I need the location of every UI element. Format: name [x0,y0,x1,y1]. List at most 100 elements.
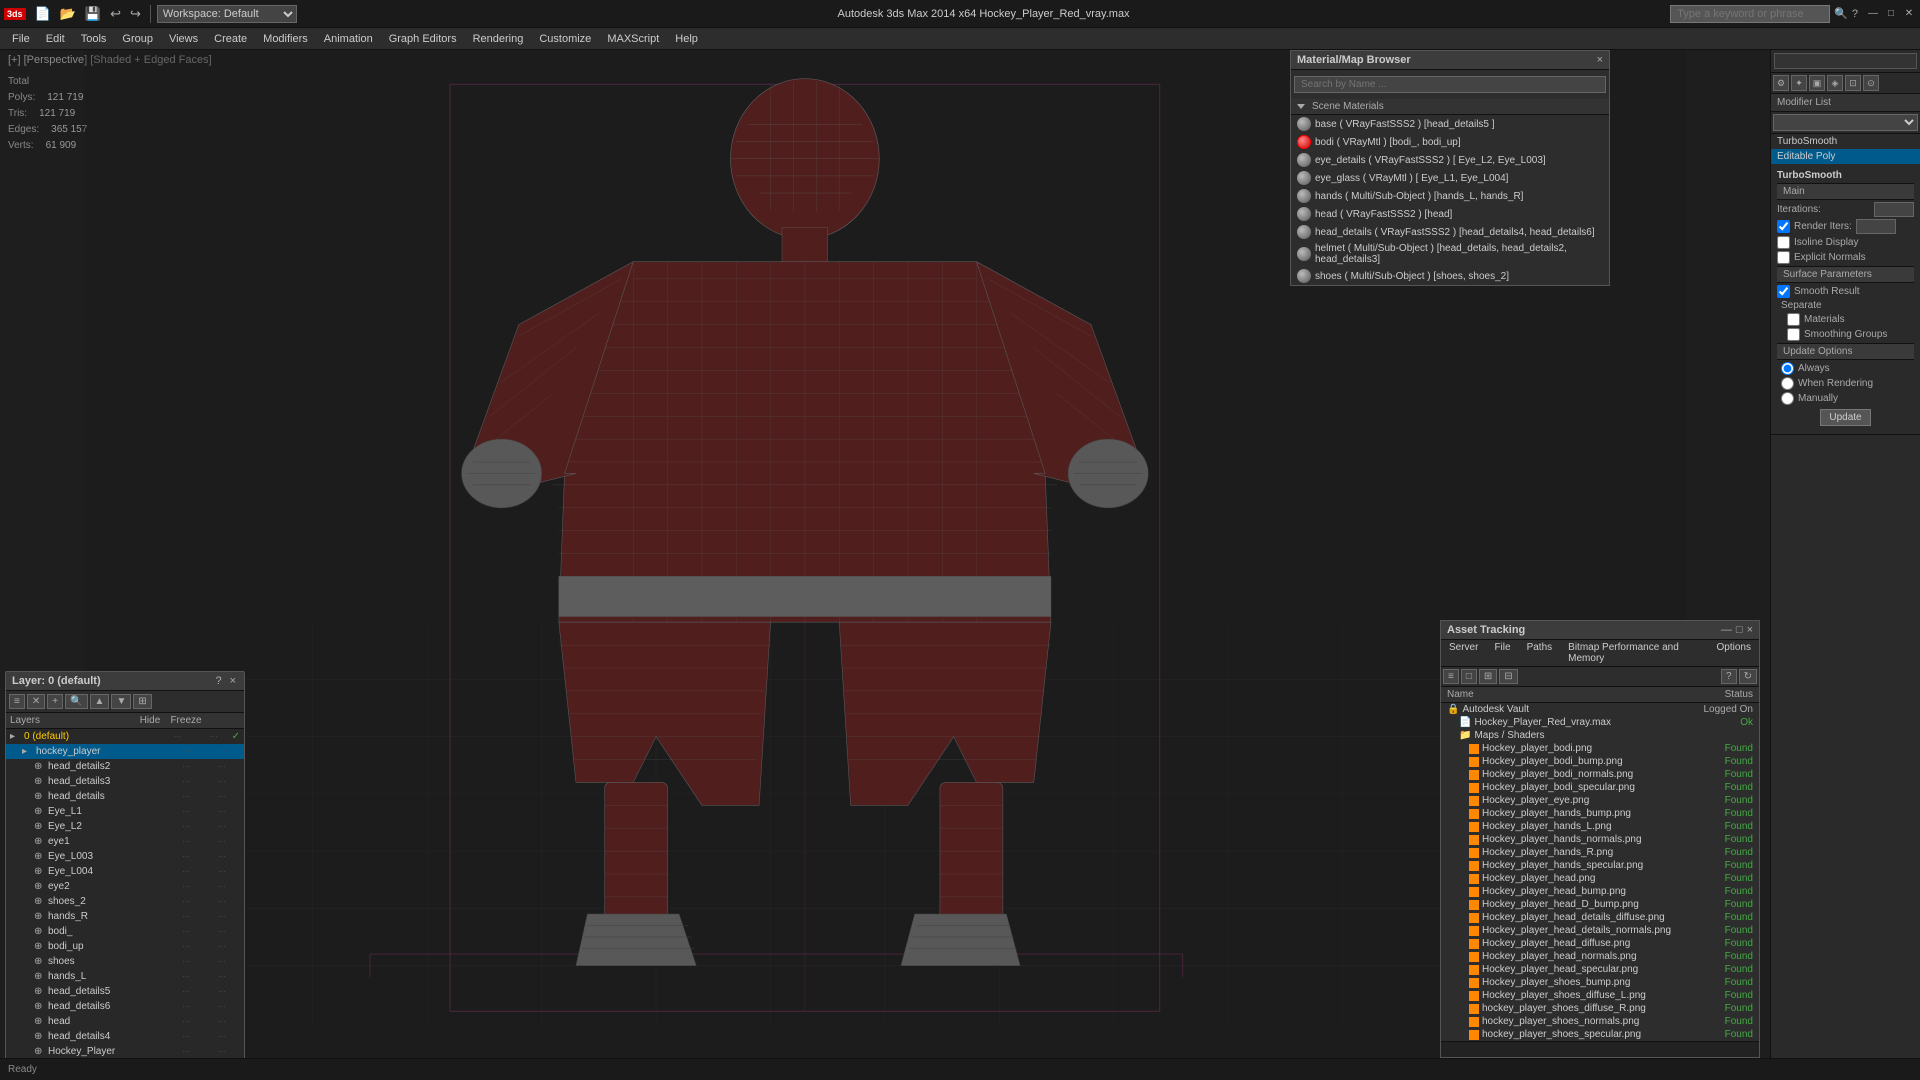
mat-item[interactable]: head_details ( VRayFastSSS2 ) [head_deta… [1291,223,1609,241]
at-tool-1[interactable]: ≡ [1443,669,1459,684]
layer-item[interactable]: ⊕shoes_2······ [6,894,244,909]
layer-item[interactable]: ⊕head_details······ [6,789,244,804]
at-list-item[interactable]: Hockey_player_head_bump.pngFound [1441,885,1759,898]
turbosm-renderiter-check[interactable] [1777,220,1790,233]
at-list-item[interactable]: Hockey_player_hands_R.pngFound [1441,846,1759,859]
layers-tool-5[interactable]: ▲ [90,694,110,709]
turbosm-update-btn[interactable]: Update [1820,409,1870,426]
menu-item-help[interactable]: Help [667,31,706,47]
at-list-item[interactable]: Hockey_player_hands_L.pngFound [1441,820,1759,833]
at-tool-4[interactable]: ⊟ [1499,669,1517,684]
at-list-item[interactable]: 🔒Autodesk VaultLogged On [1441,703,1759,716]
mat-search-input[interactable] [1294,76,1606,93]
keyword-search[interactable] [1670,5,1830,23]
turbosm-renderiter-input[interactable]: 2 [1856,219,1896,234]
layer-item[interactable]: ⊕Eye_L003······ [6,849,244,864]
modifier-item[interactable]: TurboSmooth [1771,134,1920,149]
menu-item-tools[interactable]: Tools [73,31,115,47]
layer-item[interactable]: ⊕Eye_L2······ [6,819,244,834]
save-icon[interactable]: 💾 [82,5,104,23]
at-list-item[interactable]: Hockey_player_head_specular.pngFound [1441,963,1759,976]
at-list-item[interactable]: 📄Hockey_Player_Red_vray.maxOk [1441,716,1759,729]
mat-item[interactable]: helmet ( Multi/Sub-Object ) [head_detail… [1291,241,1609,267]
mat-item[interactable]: eye_glass ( VRayMtl ) [ Eye_L1, Eye_L004… [1291,169,1609,187]
at-tool-refresh[interactable]: ↻ [1739,669,1757,684]
rpanel-icon-6[interactable]: ⊙ [1863,75,1879,91]
at-list-item[interactable]: Hockey_player_bodi_specular.pngFound [1441,781,1759,794]
turbosm-always-radio[interactable] [1781,362,1794,375]
turbosm-manually-radio[interactable] [1781,392,1794,405]
mat-item[interactable]: eye_details ( VRayFastSSS2 ) [ Eye_L2, E… [1291,151,1609,169]
modifier-item[interactable]: Editable Poly [1771,149,1920,164]
layer-item[interactable]: ⊕bodi_······ [6,924,244,939]
mat-item[interactable]: base ( VRayFastSSS2 ) [head_details5 ] [1291,115,1609,133]
mat-item[interactable]: head ( VRayFastSSS2 ) [head] [1291,205,1609,223]
mat-browser-close-btn[interactable]: × [1597,54,1603,66]
layers-tool-1[interactable]: ≡ [9,694,25,709]
at-list-item[interactable]: Hockey_player_shoes_bump.pngFound [1441,976,1759,989]
modifier-dropdown[interactable] [1773,114,1918,131]
at-list-item[interactable]: Hockey_player_head_details_normals.pngFo… [1441,924,1759,937]
at-list-item[interactable]: Hockey_player_head.pngFound [1441,872,1759,885]
turbosm-smooth-check[interactable] [1777,285,1790,298]
at-footer-input[interactable] [1441,1042,1759,1057]
new-icon[interactable]: 📄 [32,5,54,23]
at-menu-item-file[interactable]: File [1486,640,1518,666]
redo-icon[interactable]: ↪ [127,5,144,23]
at-list-item[interactable]: Hockey_player_eye.pngFound [1441,794,1759,807]
menu-item-rendering[interactable]: Rendering [465,31,532,47]
layer-item[interactable]: ⊕head······ [6,1014,244,1029]
at-menu-item-options[interactable]: Options [1709,640,1759,666]
at-maximize-btn[interactable]: □ [1736,624,1743,636]
turbosm-mat-check[interactable] [1787,313,1800,326]
at-menu-item-server[interactable]: Server [1441,640,1486,666]
at-list-item[interactable]: Hockey_player_hands_bump.pngFound [1441,807,1759,820]
undo-icon[interactable]: ↩ [107,5,124,23]
turbosm-explicit-check[interactable] [1777,251,1790,264]
at-list-item[interactable]: hockey_player_shoes_specular.pngFound [1441,1028,1759,1041]
at-tool-3[interactable]: ⊞ [1479,669,1497,684]
layer-item[interactable]: ⊕head_details3······ [6,774,244,789]
at-list-item[interactable]: Hockey_player_head_D_bump.pngFound [1441,898,1759,911]
at-close-btn[interactable]: × [1747,624,1753,636]
layer-item[interactable]: ⊕Eye_L1······ [6,804,244,819]
at-list-item[interactable]: Hockey_player_head_details_diffuse.pngFo… [1441,911,1759,924]
layers-close-btn[interactable]: × [228,675,238,687]
at-menu-item-paths[interactable]: Paths [1519,640,1561,666]
rpanel-icon-2[interactable]: ✦ [1791,75,1807,91]
layer-item[interactable]: ⊕hands_R······ [6,909,244,924]
rpanel-icon-5[interactable]: ⊡ [1845,75,1861,91]
rpanel-icon-4[interactable]: ◈ [1827,75,1843,91]
turbosm-whenrender-radio[interactable] [1781,377,1794,390]
at-tool-help[interactable]: ? [1721,669,1737,684]
layers-tool-4[interactable]: 🔍 [65,694,87,709]
at-minimize-btn[interactable]: — [1721,624,1732,636]
menu-item-customize[interactable]: Customize [531,31,599,47]
layer-item[interactable]: ⊕hands_L······ [6,969,244,984]
layer-item[interactable]: ⊕Eye_L004······ [6,864,244,879]
at-list-item[interactable]: hockey_player_shoes_normals.pngFound [1441,1015,1759,1028]
layers-tool-2[interactable]: ✕ [27,694,45,709]
layer-item[interactable]: ⊕shoes······ [6,954,244,969]
menu-item-views[interactable]: Views [161,31,206,47]
layer-item[interactable]: ⊕eye2······ [6,879,244,894]
menu-item-group[interactable]: Group [114,31,161,47]
menu-item-animation[interactable]: Animation [316,31,381,47]
at-list-item[interactable]: hockey_player_shoes_diffuse_R.pngFound [1441,1002,1759,1015]
layers-tool-7[interactable]: ⊞ [133,694,151,709]
minimize-btn[interactable]: — [1866,7,1880,21]
layer-item[interactable]: ⊕bodi_up······ [6,939,244,954]
mat-item[interactable]: shoes ( Multi/Sub-Object ) [shoes, shoes… [1291,267,1609,285]
mat-item[interactable]: bodi ( VRayMtl ) [bodi_, bodi_up] [1291,133,1609,151]
layers-tool-6[interactable]: ▼ [111,694,131,709]
modifier-name-input[interactable]: bodi_up [1774,53,1917,69]
maximize-btn[interactable]: □ [1884,7,1898,21]
at-tool-2[interactable]: □ [1461,669,1477,684]
at-list-item[interactable]: 📁Maps / Shaders [1441,729,1759,742]
menu-item-create[interactable]: Create [206,31,255,47]
at-list-item[interactable]: Hockey_player_bodi_normals.pngFound [1441,768,1759,781]
menu-item-file[interactable]: File [4,31,38,47]
close-btn[interactable]: ✕ [1902,7,1916,21]
at-list-item[interactable]: Hockey_player_bodi_bump.pngFound [1441,755,1759,768]
layer-item[interactable]: ⊕head_details5······ [6,984,244,999]
